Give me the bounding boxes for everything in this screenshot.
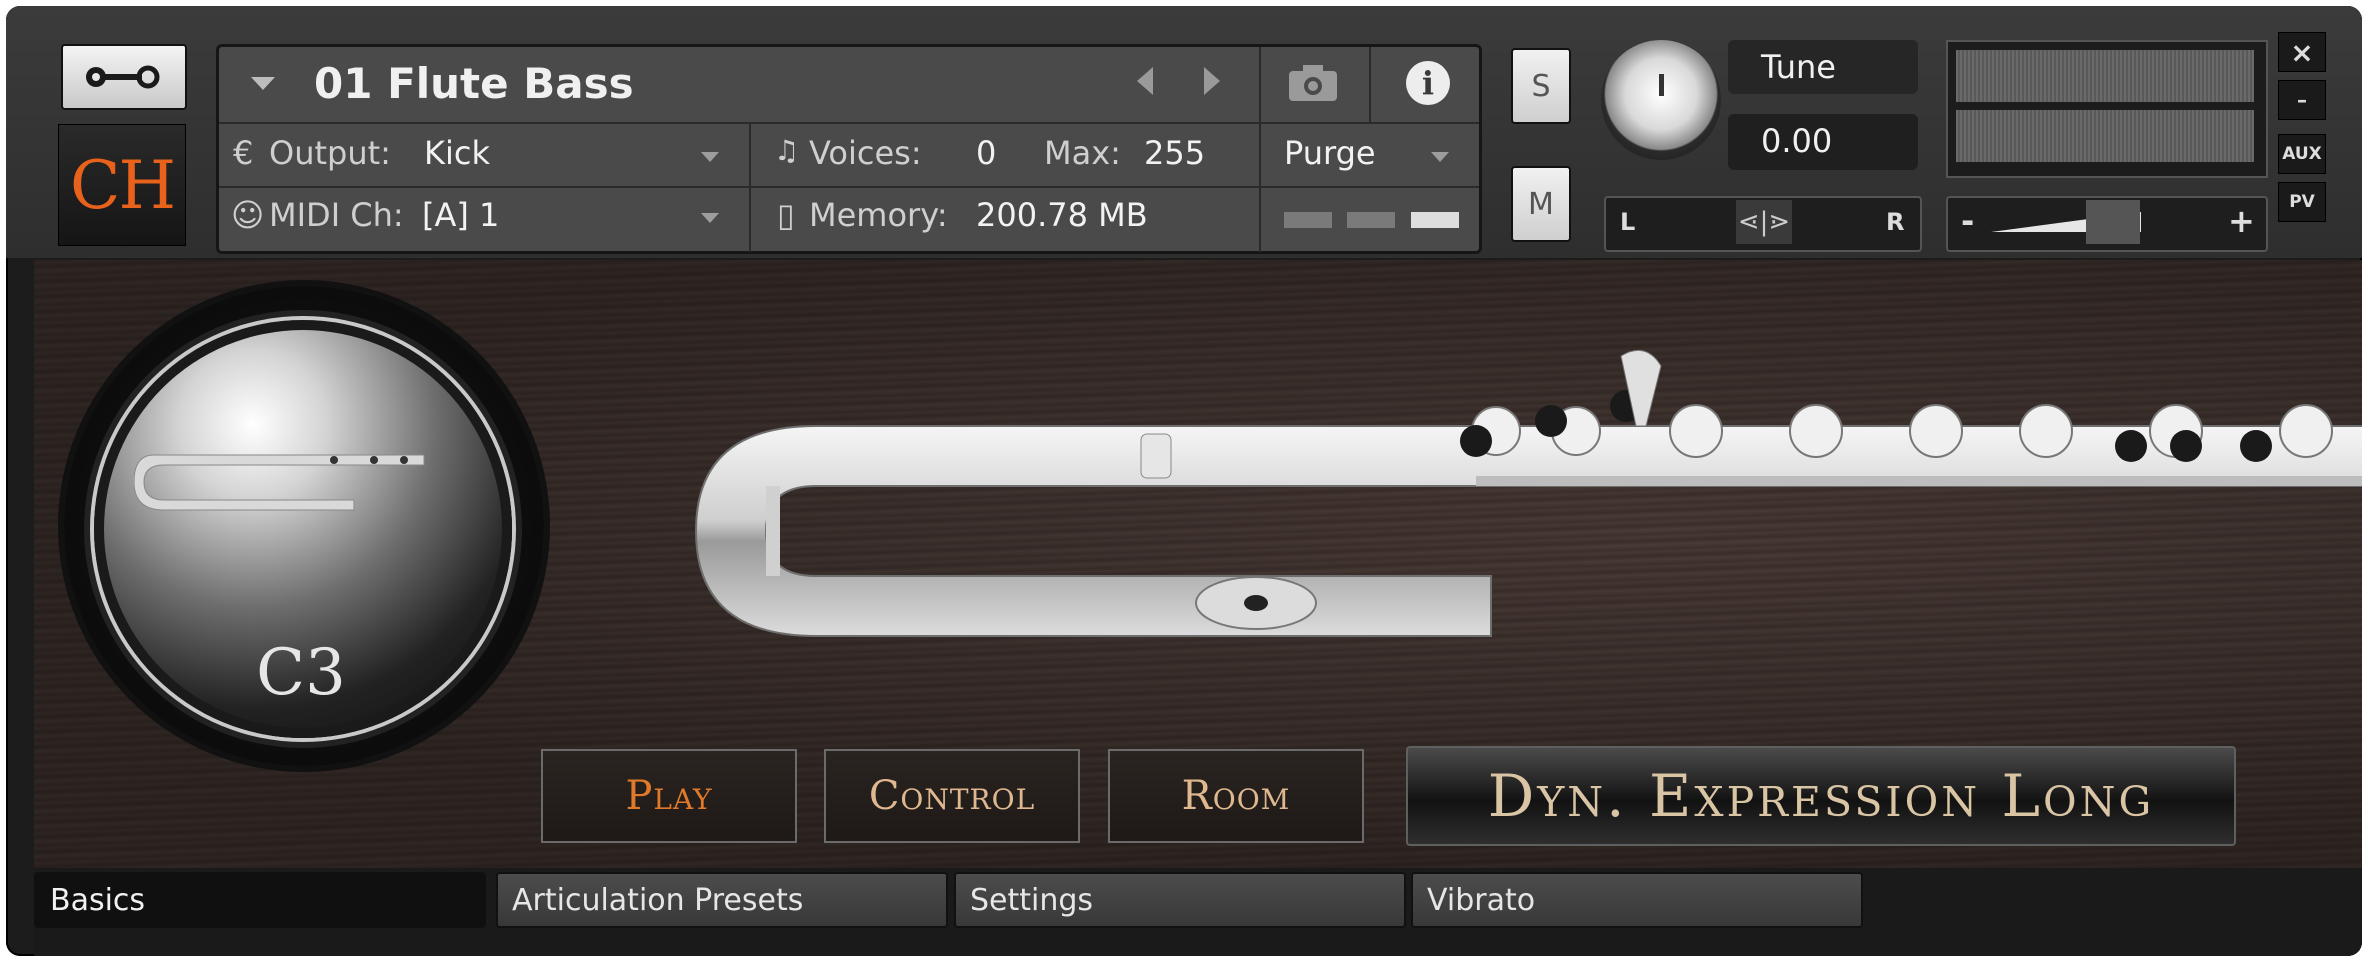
output-dropdown-icon[interactable] bbox=[701, 152, 719, 162]
level-meter-right bbox=[1956, 110, 2254, 162]
info-icon[interactable]: i bbox=[1406, 61, 1450, 105]
midi-dropdown-icon[interactable] bbox=[701, 213, 719, 223]
volume-minus-label: - bbox=[1961, 202, 1975, 240]
tune-label: Tune bbox=[1761, 48, 1836, 86]
minimize-button[interactable]: – bbox=[2278, 80, 2326, 120]
tab-basics[interactable]: Basics bbox=[34, 872, 486, 928]
pan-handle[interactable]: ⋖|⋗ bbox=[1736, 200, 1792, 244]
purge-indicator bbox=[1411, 212, 1459, 228]
aux-button[interactable]: AUX bbox=[2278, 134, 2326, 174]
name-row: 01 Flute Bass i bbox=[219, 47, 1479, 124]
solo-button[interactable]: S bbox=[1511, 48, 1571, 124]
mute-button[interactable]: M bbox=[1511, 166, 1571, 242]
volume-handle[interactable] bbox=[2086, 200, 2140, 244]
close-button[interactable]: × bbox=[2278, 32, 2326, 72]
instrument-name[interactable]: 01 Flute Bass bbox=[314, 59, 634, 108]
output-label: Output: bbox=[269, 134, 391, 172]
next-instrument-icon[interactable] bbox=[1204, 67, 1220, 95]
brand-logo: CH bbox=[58, 124, 186, 246]
midi-icon: ☺ bbox=[231, 196, 265, 234]
midi-row: ☺ MIDI Ch: [A] 1 ▯ Memory: 200.78 MB bbox=[219, 188, 1479, 248]
camera-icon[interactable] bbox=[1287, 63, 1339, 103]
wrench-button[interactable] bbox=[61, 44, 187, 110]
play-tab-button[interactable]: Play bbox=[541, 749, 797, 843]
pv-button[interactable]: PV bbox=[2278, 182, 2326, 222]
pan-right-label: R bbox=[1886, 208, 1905, 236]
wrench-icon bbox=[86, 65, 160, 89]
instrument-menu-caret-icon[interactable] bbox=[251, 77, 275, 90]
max-voices-value[interactable]: 255 bbox=[1144, 134, 1205, 172]
voices-value: 0 bbox=[976, 134, 997, 172]
tab-vibrato[interactable]: Vibrato bbox=[1411, 872, 1863, 928]
midi-label: MIDI Ch: bbox=[269, 196, 404, 234]
control-tab-button[interactable]: Control bbox=[824, 749, 1080, 843]
midi-channel-value[interactable]: [A] 1 bbox=[422, 196, 499, 234]
volume-plus-label: + bbox=[2228, 202, 2255, 240]
voices-icon: ♫ bbox=[774, 134, 800, 167]
voices-label: Voices: bbox=[809, 134, 922, 172]
badge-flute-icon bbox=[134, 454, 425, 511]
purge-indicator bbox=[1284, 212, 1332, 228]
level-meter-left bbox=[1956, 50, 2254, 102]
tune-value[interactable]: 0.00 bbox=[1761, 122, 1832, 160]
output-row: € Output: Kick ♫ Voices: 0 Max: 255 Purg… bbox=[219, 124, 1479, 252]
output-value[interactable]: Kick bbox=[424, 134, 490, 172]
purge-dropdown-icon[interactable] bbox=[1431, 152, 1449, 162]
room-tab-button[interactable]: Room bbox=[1108, 749, 1364, 843]
divider bbox=[1259, 47, 1261, 122]
tune-knob-indicator bbox=[1659, 74, 1664, 96]
purge-indicator bbox=[1347, 212, 1395, 228]
articulation-display[interactable]: Dyn. Expression Long bbox=[1406, 746, 2236, 846]
tune-knob[interactable] bbox=[1601, 40, 1721, 160]
memory-label: Memory: bbox=[809, 196, 948, 234]
memory-icon: ▯ bbox=[777, 196, 795, 234]
purge-menu[interactable]: Purge bbox=[1284, 134, 1376, 172]
max-label: Max: bbox=[1044, 134, 1121, 172]
tab-articulation-presets[interactable]: Articulation Presets bbox=[496, 872, 948, 928]
instrument-header: 01 Flute Bass i € Output: Kick ♫ Voices:… bbox=[216, 44, 1482, 254]
note-label: C3 bbox=[256, 636, 346, 710]
output-icon: € bbox=[233, 134, 254, 172]
memory-value: 200.78 MB bbox=[976, 196, 1148, 234]
prev-instrument-icon[interactable] bbox=[1137, 67, 1153, 95]
instrument-window: CH 01 Flute Bass i € Output: Kick ♫ Voic… bbox=[6, 6, 2362, 956]
divider bbox=[1369, 47, 1371, 122]
tab-settings[interactable]: Settings bbox=[954, 872, 1406, 928]
pan-left-label: L bbox=[1620, 208, 1636, 236]
bass-flute-image bbox=[694, 349, 2362, 637]
